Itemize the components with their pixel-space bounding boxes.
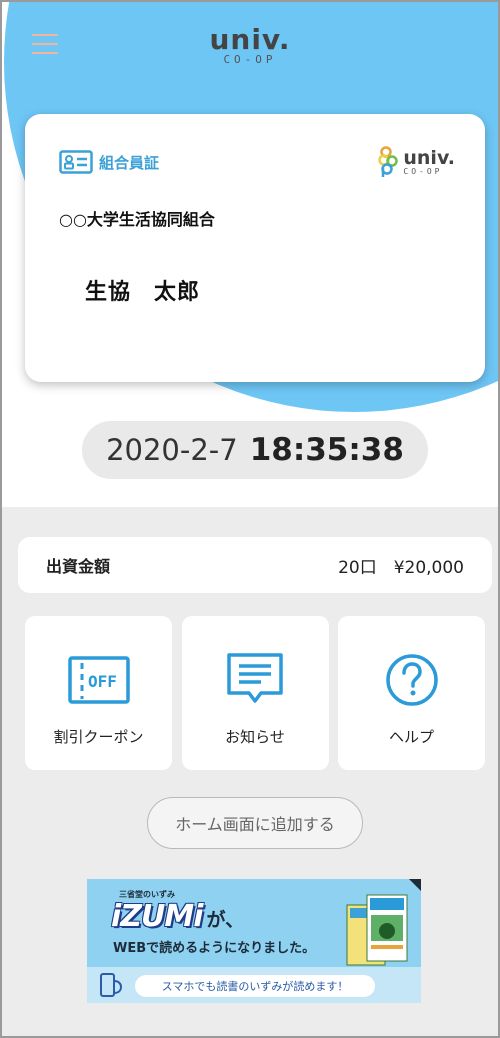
card-coop-logo: univ. CO-OP — [377, 146, 455, 178]
magazine-cover-illustration — [346, 894, 408, 966]
app-frame: univ. CO-OP 組合員証 univ. CO-OP ○○大学生活協同組合 … — [0, 0, 500, 1038]
coupon-label: 割引クーポン — [53, 728, 144, 746]
id-card-icon — [59, 150, 93, 174]
feature-tiles: OFF 割引クーポン お知らせ ヘルプ — [25, 616, 485, 770]
help-icon — [384, 650, 440, 710]
card-logo-univ: univ. — [403, 146, 455, 169]
banner-subtitle: WEBで読めるようになりました。 — [113, 941, 316, 956]
logo-univ-text: univ. — [209, 23, 291, 56]
help-tile[interactable]: ヘルプ — [338, 616, 485, 770]
member-name: 生協 太郎 — [85, 280, 201, 305]
live-clock: 2020-2-7 18:35:38 — [82, 421, 428, 479]
member-card: 組合員証 univ. CO-OP ○○大学生活協同組合 生協 太郎 — [25, 114, 485, 382]
coupon-off-text: OFF — [88, 672, 117, 691]
investment-label: 出資金額 — [46, 557, 111, 576]
banner-izumi-logo: iZUMi — [111, 899, 204, 934]
coop-circles-icon — [378, 146, 399, 177]
news-tile[interactable]: お知らせ — [181, 616, 329, 770]
message-icon — [225, 650, 285, 710]
izumi-banner[interactable]: 三省堂のいずみ iZUMi が、 WEBで読めるようになりました。 スマホでも読… — [87, 879, 421, 1003]
clock-time: 18:35:38 — [249, 432, 404, 468]
investment-value: 20口 ¥20,000 — [338, 557, 464, 578]
add-to-home-button[interactable]: ホーム画面に追加する — [147, 797, 363, 849]
help-label: ヘルプ — [388, 728, 434, 746]
logo-coop-text: CO-OP — [223, 53, 277, 66]
news-label: お知らせ — [225, 728, 285, 746]
card-label: 組合員証 — [59, 150, 159, 174]
smartphone-icon — [100, 973, 123, 997]
coupon-off-icon: OFF — [67, 650, 131, 710]
coupon-tile[interactable]: OFF 割引クーポン — [25, 616, 172, 770]
clock-date: 2020-2-7 — [106, 433, 238, 467]
banner-corner-mark — [409, 879, 421, 891]
banner-pill-text: スマホでも読書のいずみが読めます！ — [135, 975, 375, 997]
header-area: univ. CO-OP 組合員証 univ. CO-OP ○○大学生活協同組合 … — [2, 2, 498, 507]
banner-title: iZUMi が、 — [111, 899, 244, 934]
card-logo-coop: CO-OP — [403, 166, 443, 176]
organization-name: ○○大学生活協同組合 — [59, 210, 215, 229]
banner-title-suffix: が、 — [206, 909, 245, 931]
investment-row: 出資金額 20口 ¥20,000 — [18, 537, 492, 593]
app-logo: univ. CO-OP — [2, 26, 498, 66]
card-label-text: 組合員証 — [99, 153, 160, 172]
